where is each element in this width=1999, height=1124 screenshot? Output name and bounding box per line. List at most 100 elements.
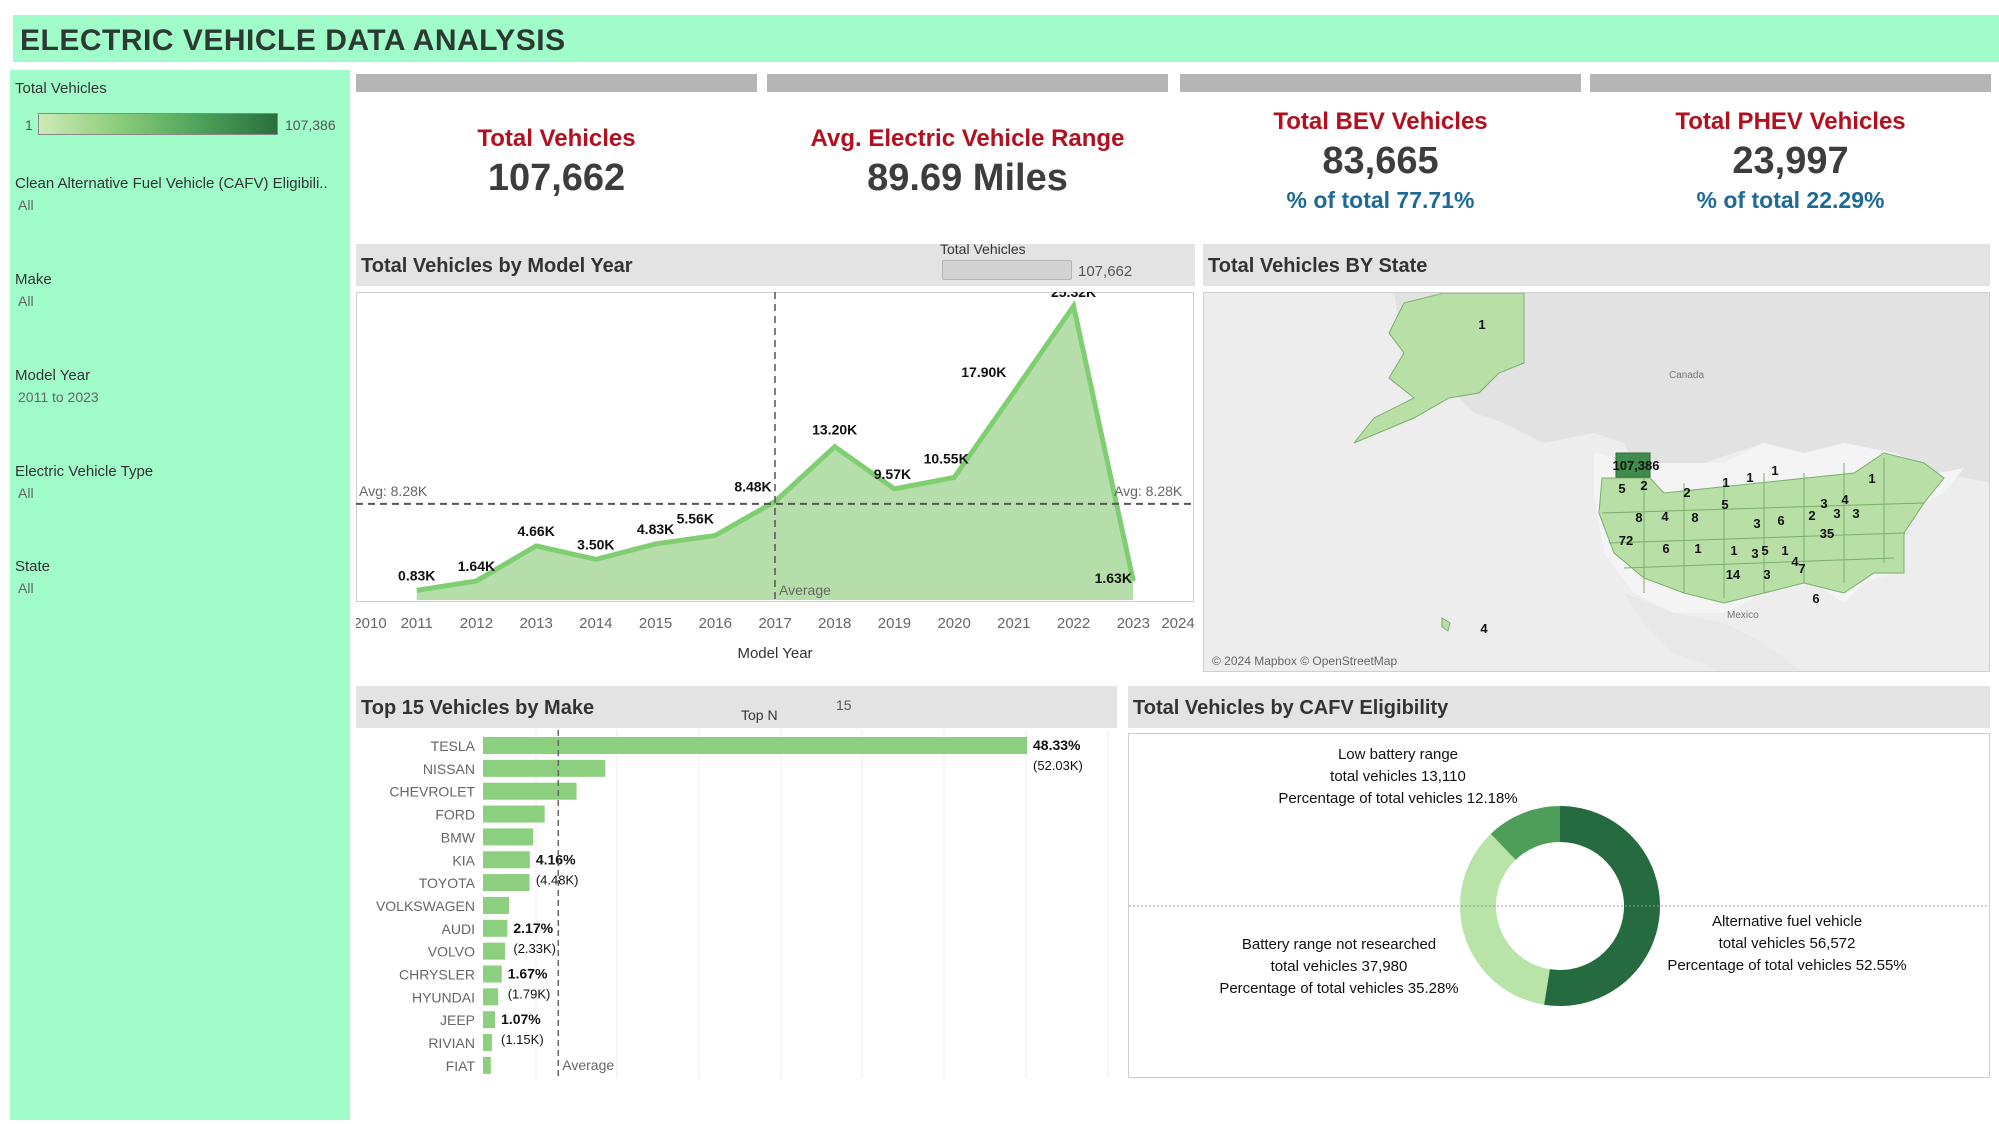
filter-value[interactable]: 2011 to 2023 (15, 389, 350, 405)
filter-cafv[interactable]: Clean Alternative Fuel Vehicle (CAFV) El… (15, 175, 350, 213)
x-tick-label: 2011 (401, 615, 433, 632)
data-label: 0.83K (398, 567, 435, 583)
data-label: 9.57K (874, 466, 911, 482)
state-value-label: 1 (1722, 475, 1729, 490)
mexico-label: Mexico (1727, 610, 1759, 621)
vehicles-slider[interactable] (942, 260, 1072, 280)
state-value-label: 6 (1812, 591, 1819, 606)
state-value-label: 2 (1808, 508, 1815, 523)
donut-annotation: total vehicles 56,572 (1719, 935, 1856, 952)
kpi-value: 89.69 Miles (867, 157, 1068, 199)
state-value-label: 4 (1841, 492, 1849, 507)
state-value-label: 4 (1661, 509, 1669, 524)
x-tick-label: 2017 (758, 615, 791, 632)
kpi-title: Avg. Electric Vehicle Range (810, 125, 1125, 152)
x-tick-label: 2023 (1117, 615, 1150, 632)
legend-max: 107,386 (285, 117, 336, 133)
category-label: TOYOTA (419, 875, 476, 891)
filter-total-vehicles[interactable]: Total Vehicles 1 107,386 (15, 80, 350, 135)
filter-label: Electric Vehicle Type (15, 463, 154, 480)
data-label: 4.83K (637, 521, 674, 537)
filter-model-year[interactable]: Model Year 2011 to 2023 (15, 367, 350, 405)
category-label: RIVIAN (428, 1035, 475, 1051)
filter-ev-type[interactable]: Electric Vehicle Type All (15, 463, 350, 501)
category-label: HYUNDAI (412, 989, 475, 1005)
state-value-label: 1 (1781, 543, 1788, 558)
filter-sidebar: Total Vehicles 1 107,386 Clean Alternati… (10, 70, 350, 1120)
slider-value: 107,662 (1078, 263, 1133, 280)
bar (483, 1056, 491, 1074)
filter-label: Make (15, 271, 52, 288)
state-value-label: 2 (1640, 478, 1647, 493)
kpi-divider (767, 74, 1168, 92)
topn-value[interactable]: 15 (836, 697, 852, 713)
filter-state[interactable]: State All (15, 558, 350, 596)
donut-annotation: Low battery range (1338, 746, 1458, 763)
bar-value-label: (2.33K) (513, 941, 556, 956)
state-value-label: 7 (1798, 561, 1805, 576)
bar-value-label: (1.79K) (508, 987, 551, 1002)
topn-label: Top N (741, 707, 778, 723)
donut-annotation: Percentage of total vehicles 12.18% (1278, 790, 1517, 807)
make-chart-header: Top 15 Vehicles by Make Top N 15 (356, 686, 1117, 728)
x-tick-label: 2022 (1057, 615, 1090, 632)
filter-value[interactable]: All (15, 580, 350, 596)
state-value-label: 3 (1833, 506, 1840, 521)
category-label: KIA (452, 852, 475, 868)
make-bar-chart: TESLA NISSAN CHEVROLET FORD BMW KIA TOYOTA VOLK… (376, 730, 1109, 1078)
filter-value[interactable]: All (15, 197, 350, 213)
state-value-label: 3 (1753, 516, 1760, 531)
x-tick-label: 2018 (818, 615, 851, 632)
state-value-label: 5 (1618, 481, 1625, 496)
kpi-total-vehicles: Total Vehicles 107,662 (356, 125, 757, 200)
state-value-label: 3 (1763, 567, 1770, 582)
kpi-phev: Total PHEV Vehicles 23,997 % of total 22… (1590, 108, 1991, 214)
canada-label: Canada (1669, 370, 1704, 381)
bar-percent-label: 4.16% (536, 851, 576, 867)
x-tick-label: 2024 (1161, 615, 1194, 632)
state-value-label: 4 (1480, 621, 1488, 636)
data-label: 17.90K (961, 364, 1006, 380)
state-value-label: 3 (1852, 506, 1859, 521)
state-value-label: 3 (1751, 546, 1758, 561)
bar (483, 896, 510, 914)
filter-value[interactable]: All (15, 293, 350, 309)
filter-make[interactable]: Make All (15, 271, 350, 309)
bar (483, 805, 545, 823)
donut-annotation: Battery range not researched (1242, 936, 1436, 953)
average-tag: Average (562, 1057, 614, 1073)
bar (483, 828, 534, 846)
data-label: 8.48K (734, 479, 771, 495)
x-tick-label: 2013 (519, 615, 552, 632)
bar-percent-label: 1.67% (508, 966, 548, 982)
year-chart-header: Total Vehicles by Model Year Total Vehic… (356, 241, 1195, 286)
x-tick-label: 2014 (579, 615, 612, 632)
state-value-label: 3 (1820, 496, 1827, 511)
dashboard-title: ELECTRIC VEHICLE DATA ANALYSIS (20, 24, 566, 57)
category-label: CHRYSLER (399, 967, 475, 983)
state-value-label: 1 (1730, 543, 1737, 558)
state-value-label: 14 (1726, 567, 1741, 582)
state-value-label: 1 (1478, 317, 1485, 332)
bar-value-label: (4.48K) (536, 872, 579, 887)
filter-label: Total Vehicles (15, 80, 107, 97)
donut-annotation: total vehicles 37,980 (1271, 958, 1408, 975)
filter-value[interactable]: All (15, 485, 350, 501)
cafv-donut-chart: Low battery range total vehicles 13,110 Pe… (1128, 733, 1990, 1078)
x-tick-label: 2019 (878, 615, 911, 632)
bar-percent-label: 48.33% (1033, 737, 1081, 753)
data-label: 3.50K (577, 536, 614, 552)
slider-label: Total Vehicles (940, 241, 1026, 257)
donut-annotation: Percentage of total vehicles 35.28% (1219, 980, 1458, 997)
bar (483, 874, 530, 892)
state-value-label: 8 (1691, 510, 1698, 525)
cafv-chart-title: Total Vehicles by CAFV Eligibility (1133, 697, 1449, 719)
data-label: 1.63K (1095, 570, 1132, 586)
average-label-right: Avg: 8.28K (1114, 483, 1183, 499)
category-label: AUDI (442, 921, 475, 937)
bar (483, 782, 577, 800)
state-value-label: 8 (1635, 510, 1642, 525)
state-map[interactable]: Canada Mexico 1 107,386 5 2 2 1 1 1 5 8 4 8 3 6 2 3 4 3 35… (1203, 292, 1990, 672)
category-label: JEEP (440, 1012, 475, 1028)
state-value-label: 1 (1868, 471, 1875, 486)
